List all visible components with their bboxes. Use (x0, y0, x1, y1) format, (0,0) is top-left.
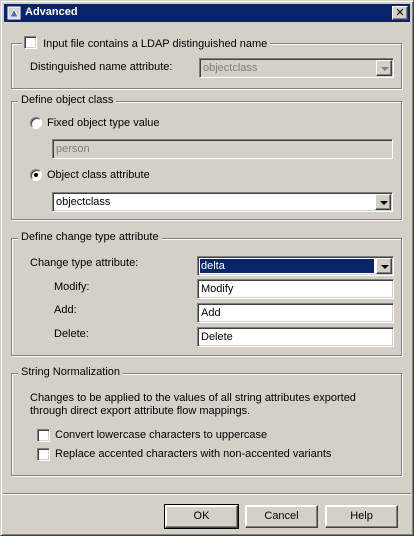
ldap-dn-checkbox-label: Input file contains a LDAP distinguished… (43, 38, 268, 50)
cancel-button[interactable]: Cancel (245, 505, 318, 528)
ldap-legend: Input file contains a LDAP distinguished… (22, 36, 271, 50)
title-bar[interactable]: Advanced ✕ (4, 4, 410, 22)
string-normalization-legend: String Normalization (18, 366, 124, 378)
chevron-down-icon[interactable] (375, 194, 391, 210)
string-normalization-group: String Normalization Changes to be appli… (11, 366, 402, 476)
object-class-group: Define object class Fixed object type va… (11, 94, 402, 220)
advanced-dialog: Advanced ✕ Input file contains a LDAP di… (0, 0, 414, 536)
ldap-group: Input file contains a LDAP distinguished… (11, 36, 402, 89)
object-class-attribute-select[interactable]: objectclass (52, 192, 393, 212)
chevron-down-icon[interactable] (376, 258, 392, 274)
uppercase-label: Convert lowercase characters to uppercas… (55, 429, 268, 441)
help-button[interactable]: Help (325, 505, 398, 528)
modify-input[interactable]: Modify (197, 279, 394, 299)
object-class-attribute-label: Object class attribute (47, 169, 150, 181)
fixed-object-type-input: person (52, 139, 393, 159)
change-type-legend: Define change type attribute (18, 231, 162, 243)
accent-checkbox[interactable] (37, 448, 50, 461)
dn-attribute-label: Distinguished name attribute: (30, 61, 173, 73)
delete-label: Delete: (54, 328, 89, 340)
fixed-object-type-label: Fixed object type value (47, 117, 160, 129)
ok-button[interactable]: OK (164, 504, 239, 529)
close-icon[interactable]: ✕ (392, 6, 408, 20)
object-class-legend: Define object class (18, 94, 117, 106)
modify-label: Modify: (54, 281, 90, 293)
change-type-attribute-select[interactable]: delta (197, 256, 394, 276)
accent-label: Replace accented characters with non-acc… (55, 448, 332, 460)
button-separator (3, 493, 411, 495)
normalization-description-1: Changes to be applied to the values of a… (30, 392, 356, 404)
add-label: Add: (54, 304, 77, 316)
object-class-attribute-radio[interactable] (30, 169, 42, 181)
chevron-down-icon (376, 60, 392, 76)
normalization-description-2: through direct export attribute flow map… (30, 405, 251, 417)
add-input[interactable]: Add (197, 303, 394, 323)
change-type-attribute-value: delta (200, 259, 374, 273)
object-class-attribute-value: objectclass (56, 196, 111, 208)
dn-attribute-value: objectclass (203, 62, 258, 74)
ldap-dn-checkbox[interactable] (24, 36, 37, 49)
fixed-object-type-radio[interactable] (30, 117, 42, 129)
dn-attribute-select: objectclass (199, 58, 394, 78)
window-title: Advanced (25, 6, 78, 18)
change-type-attribute-label: Change type attribute: (30, 257, 139, 269)
change-type-group: Define change type attribute Change type… (11, 231, 402, 356)
delete-input[interactable]: Delete (197, 327, 394, 347)
app-icon (7, 6, 21, 20)
uppercase-checkbox[interactable] (37, 429, 50, 442)
